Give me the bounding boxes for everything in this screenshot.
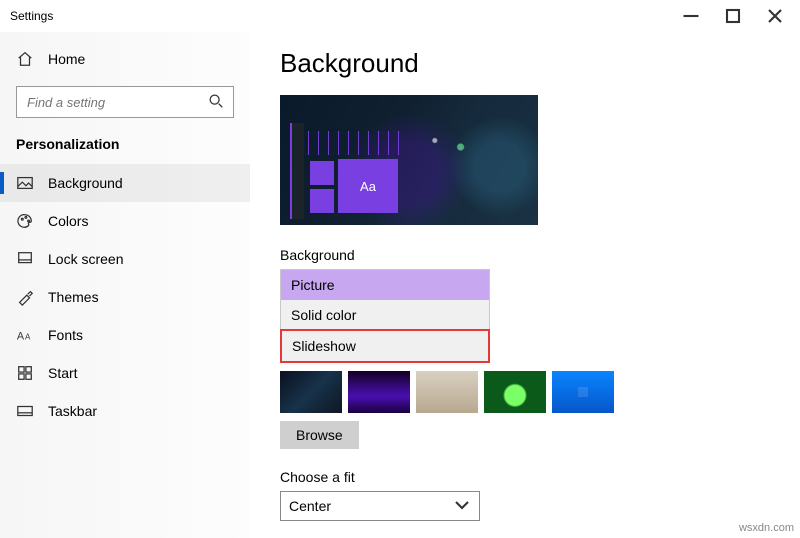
page-title: Background bbox=[280, 48, 770, 79]
svg-text:A: A bbox=[17, 331, 25, 343]
background-preview: Aa bbox=[280, 95, 538, 225]
sidebar-item-fonts[interactable]: AA Fonts bbox=[0, 316, 250, 354]
thumbnail[interactable] bbox=[280, 371, 342, 413]
minimize-button[interactable] bbox=[670, 2, 712, 30]
close-button[interactable] bbox=[754, 2, 796, 30]
window-title: Settings bbox=[10, 9, 53, 23]
thumbnail[interactable] bbox=[552, 371, 614, 413]
sidebar-item-label: Colors bbox=[48, 213, 88, 229]
picture-icon bbox=[16, 174, 34, 192]
browse-button[interactable]: Browse bbox=[280, 421, 359, 449]
chevron-down-icon bbox=[453, 496, 471, 517]
minimize-icon bbox=[682, 7, 700, 25]
home-label: Home bbox=[48, 51, 85, 67]
fit-value: Center bbox=[289, 498, 331, 514]
sidebar-item-label: Fonts bbox=[48, 327, 83, 343]
sidebar-item-lockscreen[interactable]: Lock screen bbox=[0, 240, 250, 278]
sidebar-item-label: Themes bbox=[48, 289, 99, 305]
search-box[interactable] bbox=[16, 86, 234, 118]
sidebar-item-start[interactable]: Start bbox=[0, 354, 250, 392]
sidebar-item-themes[interactable]: Themes bbox=[0, 278, 250, 316]
sidebar-item-label: Taskbar bbox=[48, 403, 97, 419]
titlebar: Settings bbox=[0, 0, 800, 32]
close-icon bbox=[766, 7, 784, 25]
sidebar-item-taskbar[interactable]: Taskbar bbox=[0, 392, 250, 430]
taskbar-icon bbox=[16, 402, 34, 420]
home-link[interactable]: Home bbox=[0, 42, 250, 76]
svg-text:A: A bbox=[25, 333, 31, 342]
maximize-icon bbox=[724, 7, 742, 25]
sidebar-item-colors[interactable]: Colors bbox=[0, 202, 250, 240]
search-icon bbox=[207, 92, 225, 113]
dropdown-option-picture[interactable]: Picture bbox=[281, 270, 489, 300]
sidebar-item-label: Start bbox=[48, 365, 78, 381]
themes-icon bbox=[16, 288, 34, 306]
fonts-icon: AA bbox=[16, 326, 34, 344]
fit-dropdown[interactable]: Center bbox=[280, 491, 480, 521]
watermark: wsxdn.com bbox=[739, 522, 794, 534]
palette-icon bbox=[16, 212, 34, 230]
sidebar-item-label: Background bbox=[48, 175, 123, 191]
section-header: Personalization bbox=[0, 132, 250, 164]
search-input[interactable] bbox=[27, 95, 207, 110]
thumbnail[interactable] bbox=[484, 371, 546, 413]
thumbnail[interactable] bbox=[348, 371, 410, 413]
sidebar-item-background[interactable]: Background bbox=[0, 164, 250, 202]
home-icon bbox=[16, 50, 34, 68]
lockscreen-icon bbox=[16, 250, 34, 268]
recent-images bbox=[280, 371, 770, 413]
fit-label: Choose a fit bbox=[280, 469, 770, 485]
background-dropdown[interactable]: Picture Solid color Slideshow bbox=[280, 269, 490, 363]
background-dropdown-label: Background bbox=[280, 247, 770, 263]
maximize-button[interactable] bbox=[712, 2, 754, 30]
preview-sample-tile: Aa bbox=[338, 159, 398, 213]
sidebar-item-label: Lock screen bbox=[48, 251, 123, 267]
content: Background Aa Background Picture Solid c… bbox=[250, 32, 800, 538]
dropdown-option-solidcolor[interactable]: Solid color bbox=[281, 300, 489, 330]
thumbnail[interactable] bbox=[416, 371, 478, 413]
start-icon bbox=[16, 364, 34, 382]
sidebar: Home Personalization Background Colors L… bbox=[0, 32, 250, 538]
dropdown-option-slideshow[interactable]: Slideshow bbox=[280, 329, 490, 363]
